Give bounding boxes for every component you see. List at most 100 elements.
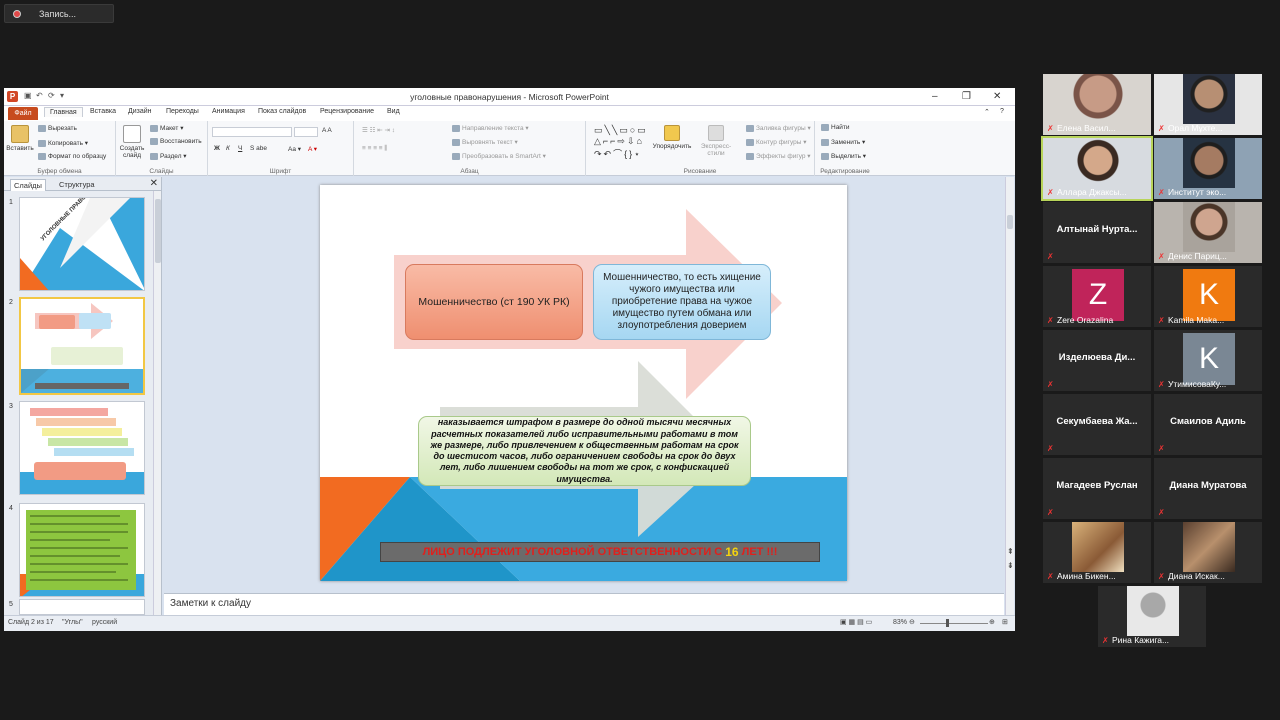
muted-mic-icon: ✗ [1158,316,1165,325]
new-slide-button[interactable]: Создать слайд [118,125,146,159]
paragraph-group: ☰ ☷ ⇤ ⇥ ↕ ≡ ≡ ≡ ≡ ⫼ Направление текста ▾… [354,121,586,176]
tab-transitions[interactable]: Переходы [166,108,199,115]
cut-button[interactable]: Вырезать [38,125,77,132]
font-name-field[interactable] [212,127,292,137]
participant-tile-active[interactable]: ✗ Аллара Джаксы... [1041,136,1153,201]
slide-thumbnail-5[interactable] [19,599,145,615]
slide-thumbnail-1[interactable]: УГОЛОВНЫЕ ПРАВОНАРУШЕНИЯ [19,197,145,291]
participant-tile[interactable]: K ✗ УтимисоваКу... [1154,330,1262,391]
bullets-icon[interactable]: ☰ ☷ ⇤ ⇥ ↕ [362,126,395,134]
editor-scrollbar-thumb[interactable] [1007,215,1013,229]
slide-thumbnail-3[interactable] [19,401,145,495]
thumbnail-number: 5 [9,601,13,608]
fraud-definition-box[interactable]: Мошенничество, то есть хищение чужого им… [593,264,771,340]
notes-pane[interactable]: Заметки к слайду [164,593,1004,615]
participant-tile[interactable]: Z ✗ Zere Orazalina [1043,266,1151,327]
participant-tile[interactable]: Изделюева Ди... ✗ [1043,330,1151,391]
previous-slide-icon[interactable]: ⇞ [1007,547,1014,556]
shape-fill-button[interactable]: Заливка фигуры ▾ [746,124,811,132]
arrange-button[interactable]: Упорядочить [652,125,692,150]
participant-tile[interactable]: ✗ Елена Васил... [1043,74,1151,135]
smartart-button[interactable]: Преобразовать в SmartArt ▾ [452,152,546,160]
responsibility-banner[interactable]: ЛИЦО ПОДЛЕЖИТ УГОЛОВНОЙ ОТВЕТСТВЕННОСТИ … [380,542,820,562]
tab-animations[interactable]: Анимация [212,108,245,115]
select-button[interactable]: Выделить ▾ [821,152,866,160]
participant-tile[interactable]: ✗ Диана Искак... [1154,522,1262,583]
italic-button[interactable]: К [226,145,230,152]
reset-icon [150,138,158,145]
tab-view[interactable]: Вид [387,108,400,115]
tab-review[interactable]: Рецензирование [320,108,374,115]
paste-button[interactable]: Вставить [6,125,34,152]
layout-button[interactable]: Макет ▾ [150,124,183,132]
fit-window-icon[interactable]: ⊞ [1002,618,1008,626]
find-button[interactable]: Найти [821,124,850,131]
slide-canvas[interactable]: Мошенничество (ст 190 УК РК) Мошенничест… [320,185,847,581]
participant-tile[interactable]: ✗ Амина Бикен... [1043,522,1151,583]
view-buttons[interactable]: ▣ ▦ ▤ ▭ [840,618,872,626]
participant-avatar: K [1183,269,1235,321]
bold-button[interactable]: Ж [214,145,220,152]
participant-tile[interactable]: ✗ Рина Кажига... [1098,586,1206,647]
tab-insert[interactable]: Вставка [90,108,116,115]
participant-tile[interactable]: K ✗ Kamila Maka... [1154,266,1262,327]
tab-design[interactable]: Дизайн [128,108,152,115]
ribbon-minimize-icon[interactable]: ⌃ [984,108,990,116]
zoom-slider-thumb[interactable] [946,619,949,627]
shape-outline-button[interactable]: Контур фигуры ▾ [746,138,807,146]
minimize-button[interactable]: – [932,91,938,102]
next-slide-icon[interactable]: ⇟ [1007,561,1014,570]
participant-tile[interactable]: ✗ Институт эко... [1154,138,1262,199]
slide-background [320,209,847,581]
shape-effects-button[interactable]: Эффекты фигур ▾ [746,152,811,160]
help-icon[interactable]: ? [1000,108,1004,115]
layout-icon [150,124,158,132]
font-label: Шрифт [269,168,292,175]
participant-tile[interactable]: Магадеев Руслан ✗ [1043,458,1151,519]
reset-button[interactable]: Восстановить [150,138,202,145]
slide-thumbnail-2[interactable] [19,297,145,395]
strikethrough-button[interactable]: S abe [250,145,267,152]
fraud-article-box[interactable]: Мошенничество (ст 190 УК РК) [405,264,583,340]
align-icons[interactable]: ≡ ≡ ≡ ≡ ⫼ [362,145,387,153]
font-grow-icon[interactable]: A A [322,127,332,134]
close-panel-icon[interactable]: ✕ [150,178,158,189]
text-direction-button[interactable]: Направление текста ▾ [452,124,529,132]
font-color-button[interactable]: Aa ▾ [288,145,301,153]
quick-styles-button[interactable]: Экспресс-стили [694,125,738,157]
shapes-gallery[interactable]: ▭╲╲▭○▭ △⌐⌐⇨⇩⌂ ↷↶⌒{}⋆ [594,125,648,160]
ribbon-tabs: Файл Главная Вставка Дизайн Переходы Ани… [4,106,1015,121]
copy-button[interactable]: Копировать ▾ [38,139,88,147]
muted-mic-icon: ✗ [1047,380,1054,389]
participant-tile[interactable]: Алтынай Нурта... ✗ [1043,202,1151,263]
zoom-in-icon[interactable]: ⊕ [989,618,995,626]
section-button[interactable]: Раздел ▾ [150,152,187,160]
scrollbar-thumb[interactable] [155,199,161,263]
participant-tile[interactable]: ✗ Орал Мұхте... [1154,74,1262,135]
recording-indicator[interactable]: Запись... [4,4,114,23]
align-text-button[interactable]: Выровнять текст ▾ [452,138,518,146]
font-size-field[interactable] [294,127,318,137]
format-painter-button[interactable]: Формат по образцу [38,153,106,160]
tab-outline[interactable]: Структура [56,179,98,190]
underline-button[interactable]: Ч [238,145,242,152]
maximize-button[interactable]: ❐ [962,91,971,102]
tab-file[interactable]: Файл [8,107,38,120]
penalty-box[interactable]: наказывается штрафом в размере до одной … [418,416,751,486]
participant-tile[interactable]: Секумбаева Жа... ✗ [1043,394,1151,455]
tab-home[interactable]: Главная [44,107,83,117]
zoom-slider[interactable] [920,623,988,624]
participant-tile[interactable]: Смаилов Адиль ✗ [1154,394,1262,455]
tab-slideshow[interactable]: Показ слайдов [258,108,306,115]
slide-panel-scrollbar[interactable] [153,191,161,615]
text-color-button[interactable]: A ▾ [308,145,317,153]
participant-tile[interactable]: ✗ Денис Париц... [1154,202,1262,263]
zoom-out-icon[interactable]: ⊖ [909,618,915,626]
replace-button[interactable]: Заменить ▾ [821,138,865,146]
slide-thumbnail-4[interactable] [19,503,145,597]
close-button[interactable]: ✕ [993,91,1001,102]
editor-scrollbar[interactable]: ⇞ ⇟ [1005,177,1014,615]
participant-tile[interactable]: Диана Муратова ✗ [1154,458,1262,519]
tab-slides[interactable]: Слайды [10,179,46,191]
record-icon [13,9,21,18]
